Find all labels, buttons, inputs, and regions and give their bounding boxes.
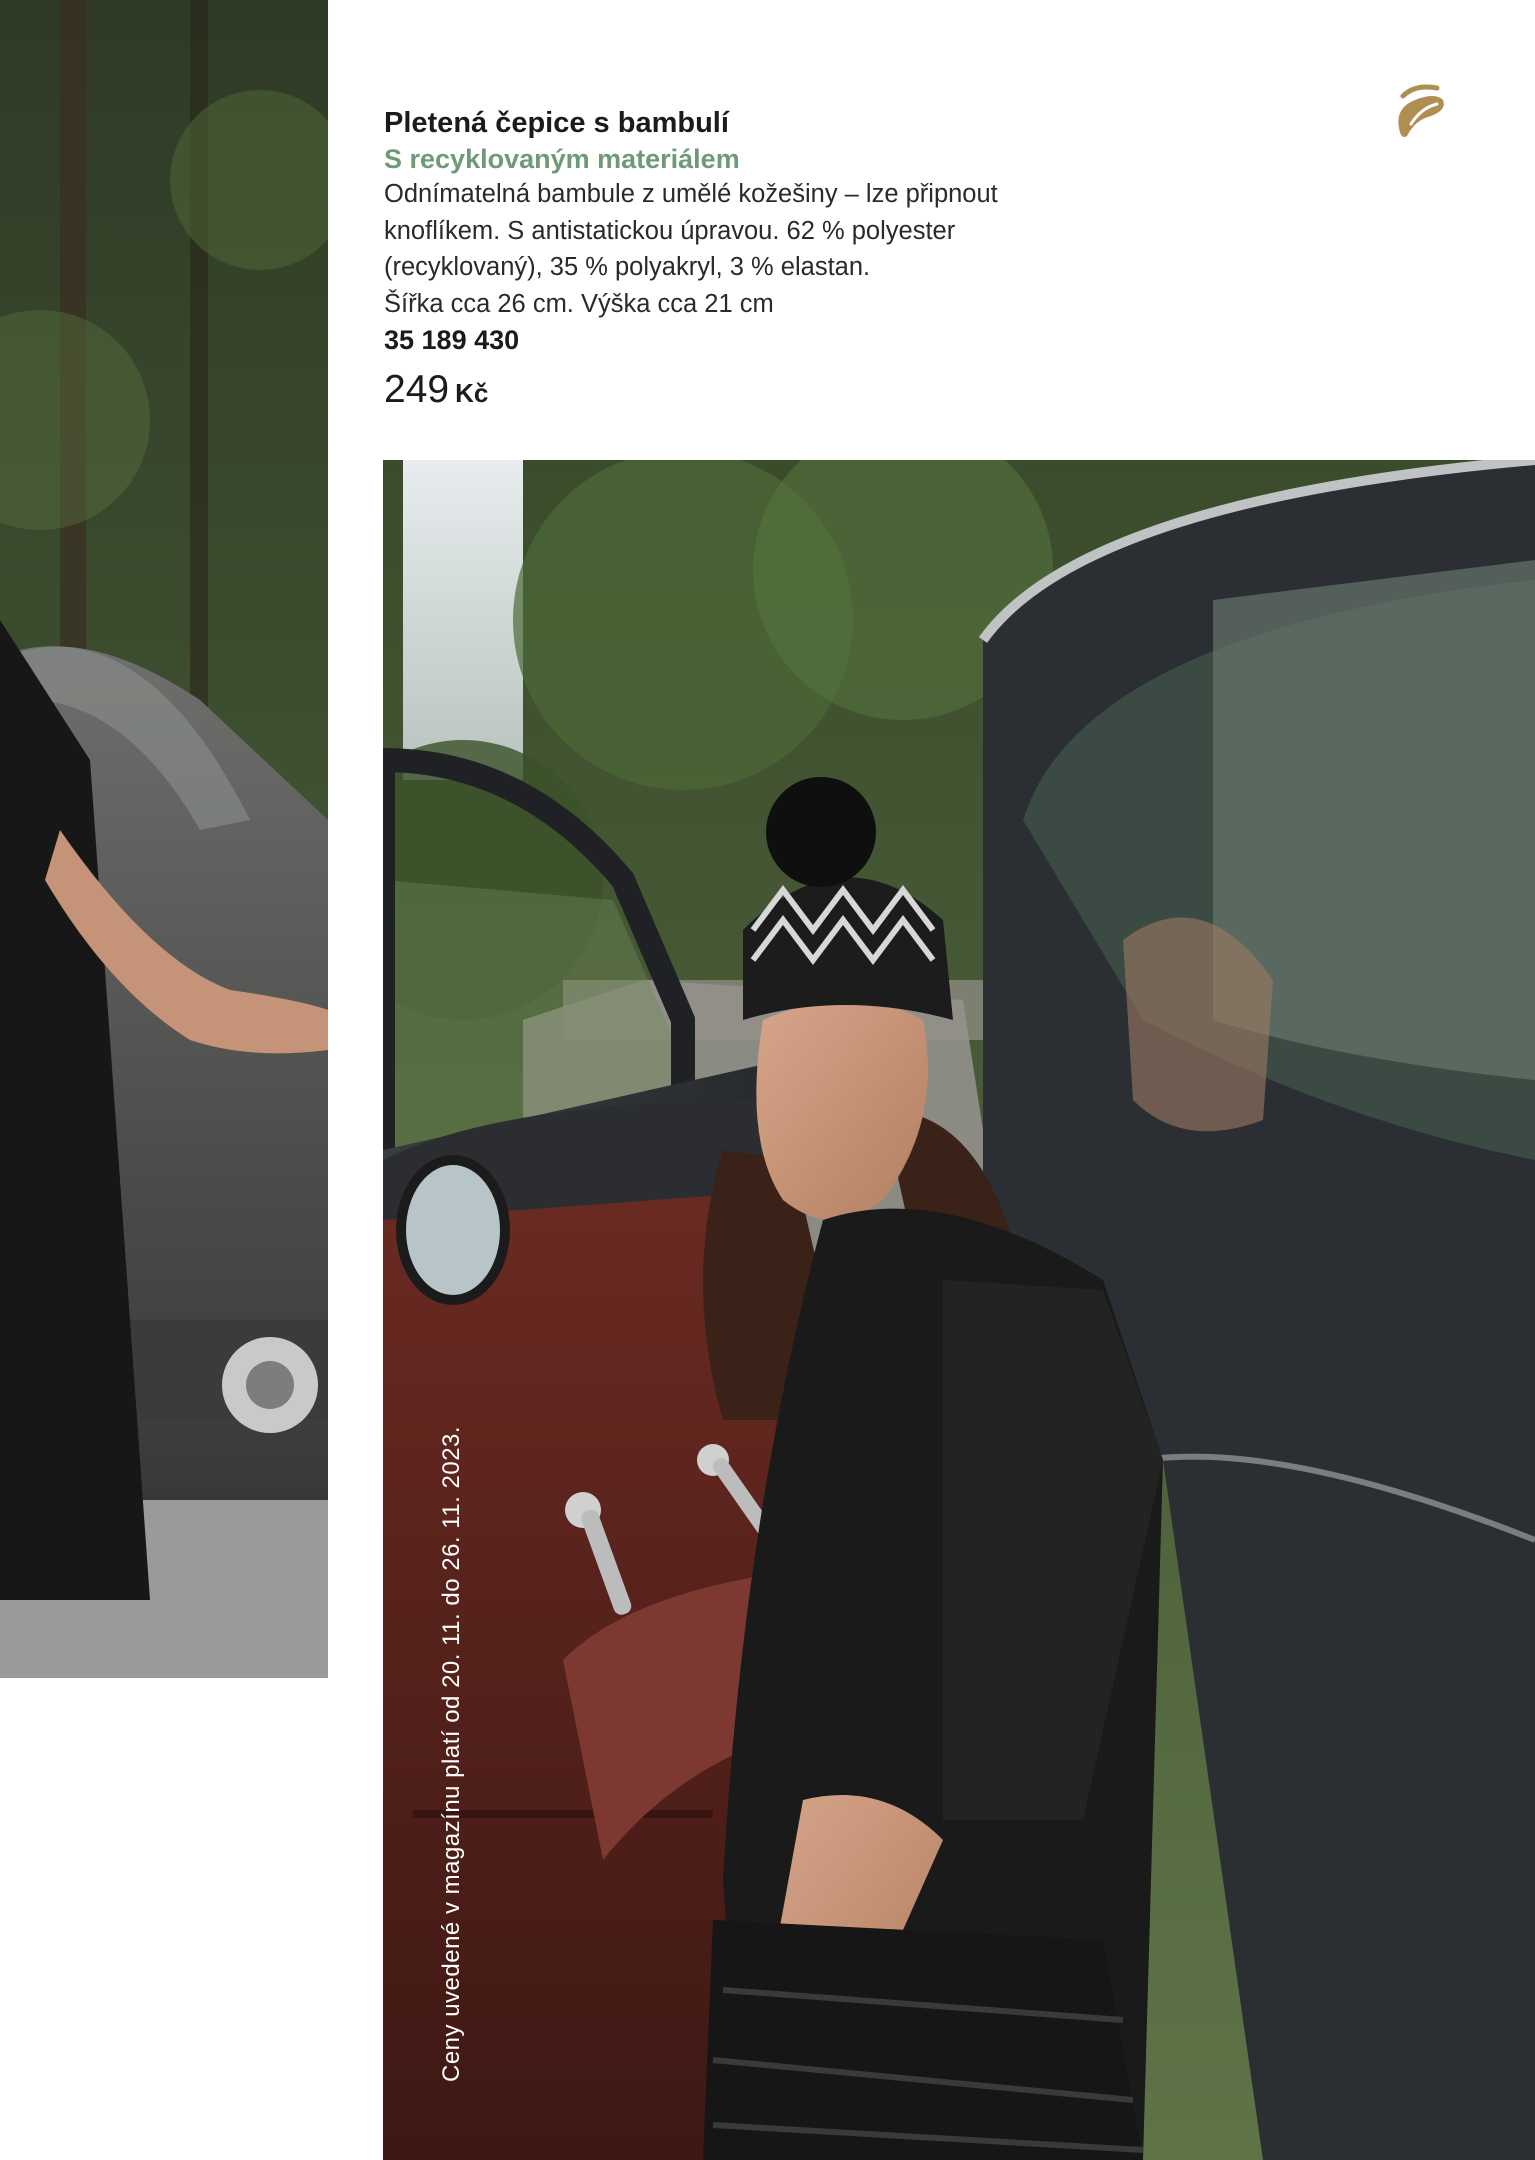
product-description-line: Šířka cca 26 cm. Výška cca 21 cm	[384, 289, 774, 318]
product-title: Pletená čepice s bambulí	[384, 107, 729, 139]
tchibo-coffee-bean-icon	[1385, 78, 1455, 148]
price-amount: 249	[384, 368, 450, 411]
product-sku: 35 189 430	[384, 325, 520, 355]
price-validity-note: Ceny uvedené v magazínu platí od 20. 11.…	[438, 1425, 465, 2082]
product-info: Pletená čepice s bambulí S recyklovaným …	[384, 104, 1104, 412]
product-subtitle: S recyklovaným materiálem	[384, 144, 740, 174]
product-description-line: knoflíkem. S antistatickou úpravou. 62 %…	[384, 216, 956, 245]
photo-woman-in-beanie-at-vintage-car	[383, 460, 1535, 2160]
product-description-line: (recyklovaný), 35 % polyakryl, 3 % elast…	[384, 253, 871, 281]
photo-left-woman-car	[0, 0, 328, 1678]
product-price: 249 Kč	[384, 368, 1104, 412]
product-description-line: Odnímatelná bambule z umělé kožešiny – l…	[384, 180, 998, 208]
price-currency: Kč	[455, 378, 489, 408]
